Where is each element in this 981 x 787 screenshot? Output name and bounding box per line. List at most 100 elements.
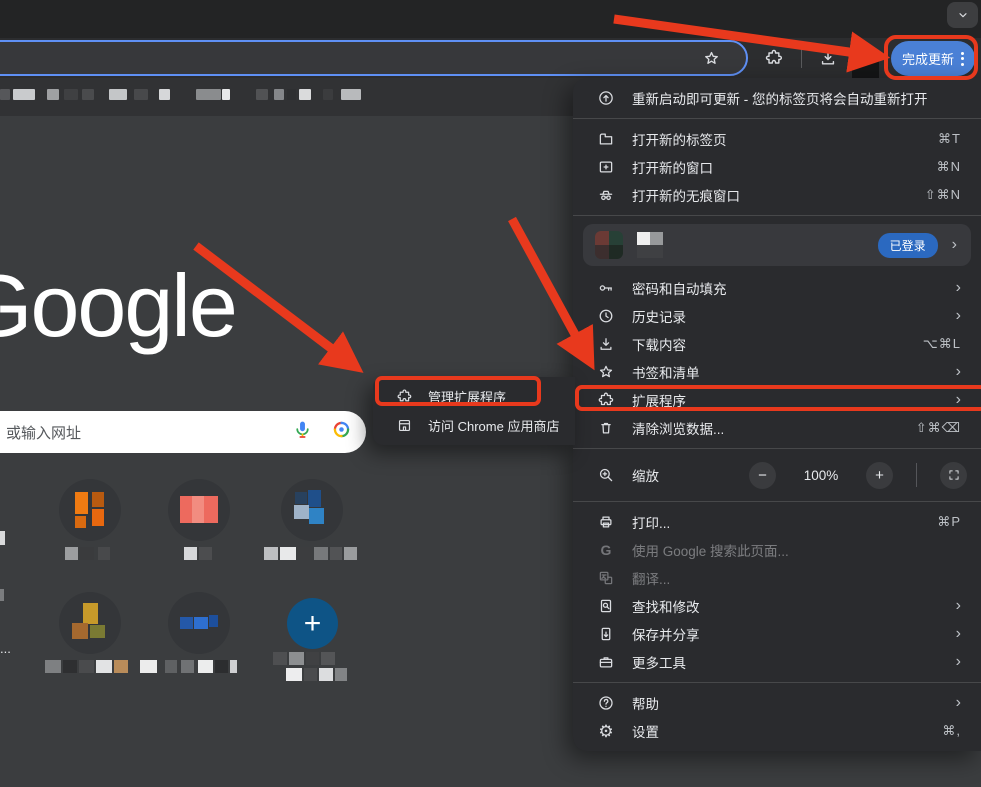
new-tab-icon xyxy=(597,130,615,148)
extensions-puzzle-icon[interactable] xyxy=(763,47,785,69)
shortcut-label xyxy=(45,660,173,673)
shortcut-hint: ⌘P xyxy=(937,514,961,529)
titlebar xyxy=(0,0,981,38)
submenu-item-manage-extensions[interactable]: 管理扩展程序 xyxy=(373,382,575,411)
omnibox-focused[interactable] xyxy=(0,40,748,76)
voice-search-mic-icon[interactable] xyxy=(292,419,313,445)
menu-item-print[interactable]: 打印... ⌘P xyxy=(573,508,981,536)
add-shortcut-button[interactable]: + xyxy=(287,598,338,649)
translate-icon xyxy=(597,569,615,587)
submenu-item-label: 管理扩展程序 xyxy=(428,390,507,405)
shortcut-hint: ⇧⌘⌫ xyxy=(915,420,961,435)
bookmark-item[interactable] xyxy=(274,89,284,100)
menu-item-label: 打开新的窗口 xyxy=(632,161,713,176)
shortcut-tile[interactable] xyxy=(67,600,113,646)
menu-item-passwords-autofill[interactable]: 密码和自动填充 xyxy=(573,274,981,302)
bookmark-item[interactable] xyxy=(159,89,170,100)
menu-item-label: 使用 Google 搜索此页面... xyxy=(632,544,789,559)
menu-item-relaunch-to-update[interactable]: 重新启动即可更新 - 您的标签页将会自动重新打开 xyxy=(573,84,981,112)
menu-item-bookmarks-lists[interactable]: 书签和清单 xyxy=(573,358,981,386)
menu-item-translate: 翻译... xyxy=(573,564,981,592)
menu-item-extensions[interactable]: 扩展程序 xyxy=(573,386,981,414)
google-lens-icon[interactable] xyxy=(331,419,352,445)
bookmark-item[interactable] xyxy=(323,89,333,100)
bookmark-item[interactable] xyxy=(109,89,127,100)
key-icon xyxy=(597,279,615,297)
shortcut-label xyxy=(165,660,237,673)
kebab-menu-icon[interactable] xyxy=(961,51,964,66)
menu-item-find-and-edit[interactable]: 查找和修改 xyxy=(573,592,981,620)
toolbar-separator xyxy=(801,49,802,68)
bookmark-item[interactable] xyxy=(287,89,296,100)
menu-item-new-window[interactable]: 打开新的窗口 ⌘N xyxy=(573,153,981,181)
menu-item-label: 清除浏览数据... xyxy=(632,422,725,437)
profile-row[interactable]: 已登录 xyxy=(583,224,971,266)
menu-item-label: 重新启动即可更新 - 您的标签页将会自动重新打开 xyxy=(632,92,928,107)
fullscreen-icon xyxy=(948,470,959,480)
shortcut-tile[interactable] xyxy=(289,487,335,533)
bookmark-item[interactable] xyxy=(341,89,361,100)
finish-update-button[interactable]: 完成更新 xyxy=(891,41,975,76)
shortcut-tile[interactable] xyxy=(176,600,222,646)
bookmark-item[interactable] xyxy=(82,89,94,100)
shortcut-hint: ⌘T xyxy=(938,131,961,146)
menu-item-new-tab[interactable]: 打开新的标签页 ⌘T xyxy=(573,125,981,153)
chevron-right-icon xyxy=(956,654,961,670)
bookmark-item[interactable] xyxy=(134,89,148,100)
bookmark-item[interactable] xyxy=(13,89,35,100)
zoom-in-button[interactable] xyxy=(866,461,893,489)
profile-avatar-toolbar[interactable] xyxy=(852,57,879,78)
bookmark-item[interactable] xyxy=(47,89,59,100)
history-clock-icon xyxy=(597,307,615,325)
menu-item-help[interactable]: 帮助 xyxy=(573,689,981,717)
menu-item-label: 下载内容 xyxy=(632,338,686,353)
cutoff-tile-fragment xyxy=(0,589,4,601)
menu-item-new-incognito-window[interactable]: 打开新的无痕窗口 ⇧⌘N xyxy=(573,181,981,209)
window-collapse-button[interactable] xyxy=(947,2,978,28)
printer-icon xyxy=(597,513,615,531)
shortcut-label xyxy=(65,547,141,560)
search-box[interactable]: 或输入网址 xyxy=(0,411,366,453)
search-placeholder: 或输入网址 xyxy=(6,424,82,442)
bookmark-item[interactable] xyxy=(222,89,230,100)
chevron-right-icon xyxy=(956,598,961,614)
menu-item-downloads[interactable]: 下载内容 ⌥⌘L xyxy=(573,330,981,358)
menu-item-more-tools[interactable]: 更多工具 xyxy=(573,648,981,676)
submenu-item-visit-chrome-web-store[interactable]: 访问 Chrome 应用商店 xyxy=(373,411,575,440)
bookmark-item[interactable] xyxy=(0,89,10,100)
finish-update-label: 完成更新 xyxy=(901,52,954,67)
zoom-out-button[interactable] xyxy=(749,461,776,489)
fullscreen-button[interactable] xyxy=(940,461,967,489)
menu-separator xyxy=(573,448,981,449)
downloads-icon[interactable] xyxy=(817,47,839,69)
menu-item-settings[interactable]: ⚙ 设置 ⌘, xyxy=(573,717,981,745)
shortcut-tile[interactable] xyxy=(176,487,222,533)
menu-item-history[interactable]: 历史记录 xyxy=(573,302,981,330)
shortcut-label xyxy=(184,547,244,560)
profile-name-redacted xyxy=(637,232,665,258)
menu-item-label: 打印... xyxy=(632,516,671,531)
chevron-right-icon xyxy=(956,364,961,380)
bookmark-item[interactable] xyxy=(196,89,221,100)
chevron-right-icon xyxy=(952,237,957,253)
briefcase-icon xyxy=(597,653,615,671)
chevron-right-icon xyxy=(956,280,961,296)
shortcut-hint: ⌘N xyxy=(936,159,961,174)
signed-in-badge: 已登录 xyxy=(877,232,938,258)
star-icon xyxy=(597,363,615,381)
find-edit-icon xyxy=(597,597,615,615)
arrow-to-extensions-item xyxy=(508,216,595,371)
cutoff-shortcut-label: ... xyxy=(0,641,11,656)
bookmark-item[interactable] xyxy=(299,89,311,100)
menu-item-label: 帮助 xyxy=(632,697,659,712)
shortcut-tile[interactable] xyxy=(67,487,113,533)
chevron-right-icon xyxy=(956,392,961,408)
bookmark-star-icon[interactable] xyxy=(700,47,722,69)
bookmark-item[interactable] xyxy=(256,89,268,100)
download-icon xyxy=(597,335,615,353)
bookmark-item[interactable] xyxy=(64,89,78,100)
menu-item-clear-browsing-data[interactable]: 清除浏览数据... ⇧⌘⌫ xyxy=(573,414,981,442)
trash-icon xyxy=(597,419,615,437)
menu-item-save-and-share[interactable]: 保存并分享 xyxy=(573,620,981,648)
shortcut-hint: ⌥⌘L xyxy=(922,336,961,351)
